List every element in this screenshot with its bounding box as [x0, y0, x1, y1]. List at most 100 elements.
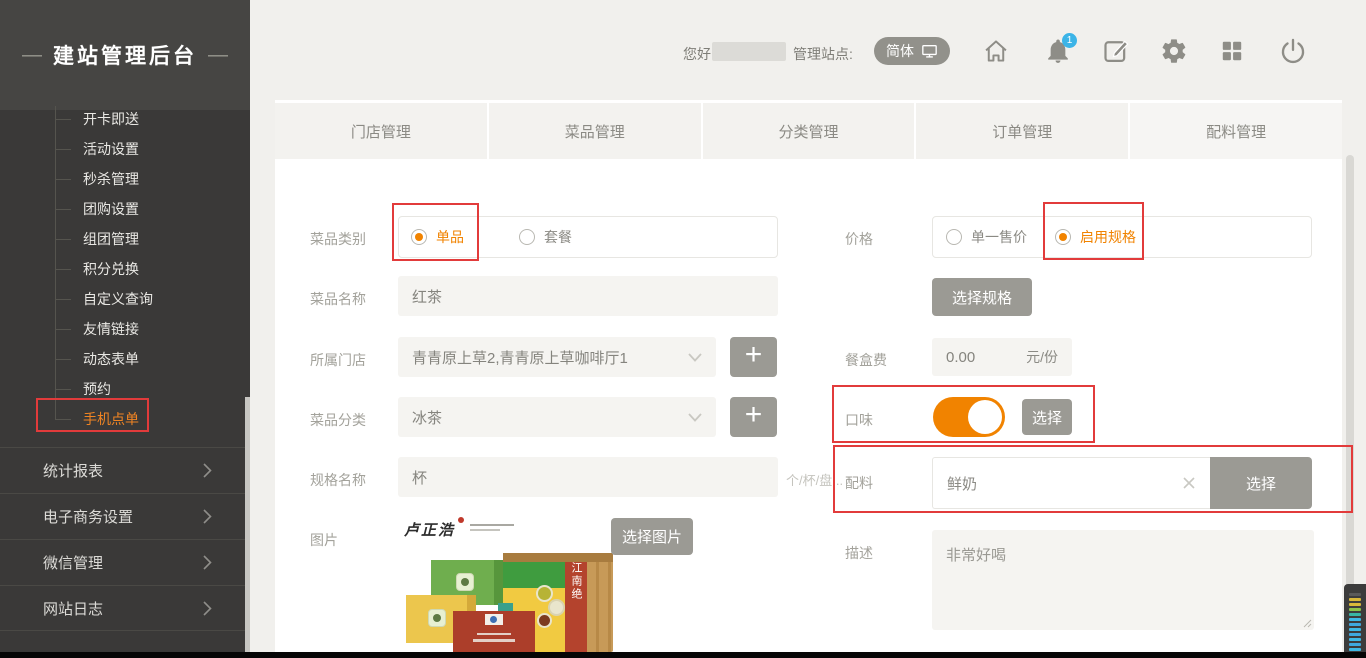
description-textarea[interactable]: 非常好喝 [932, 530, 1314, 630]
tab-ingredient-management[interactable]: 配料管理 [1128, 103, 1342, 159]
widget-bar [1349, 608, 1361, 611]
tree-tick [55, 269, 71, 270]
image-label: 图片 [310, 530, 338, 550]
flavor-toggle[interactable] [933, 397, 1005, 437]
chevron-down-icon [688, 413, 702, 422]
tree-tick [55, 419, 71, 420]
choose-image-button[interactable]: 选择图片 [611, 518, 693, 555]
tab-category-management[interactable]: 分类管理 [701, 103, 915, 159]
widget-bar [1349, 623, 1361, 626]
power-icon[interactable] [1279, 37, 1307, 65]
brand-subtext-line [470, 529, 500, 531]
dish-category-radio-group: 单品 套餐 [398, 216, 778, 258]
dish-name-label: 菜品名称 [310, 289, 366, 309]
tree-tick [55, 239, 71, 240]
sidebar-item-label: 团购设置 [83, 199, 139, 219]
resize-handle[interactable] [1302, 618, 1312, 628]
widget-bar [1349, 633, 1361, 636]
browser-extension-widget[interactable] [1344, 584, 1366, 658]
box-fee-value: 0.00 [946, 349, 1026, 366]
tree-tick [55, 359, 71, 360]
language-button[interactable]: 简体 [874, 37, 950, 65]
tree-tick [55, 329, 71, 330]
ingredient-label: 配料 [845, 473, 873, 493]
choose-spec-button[interactable]: 选择规格 [932, 278, 1032, 316]
clear-x-icon[interactable] [1182, 476, 1196, 490]
sidebar-scrollbar[interactable] [245, 397, 250, 652]
tea-cup-circle [537, 613, 552, 628]
flavor-select-button[interactable]: 选择 [1022, 399, 1072, 435]
sidebar-item-card-gift[interactable]: 开卡即送 [55, 109, 139, 129]
sidebar-group-wechat-management[interactable]: 微信管理 [0, 539, 250, 585]
tab-store-management[interactable]: 门店管理 [275, 103, 487, 159]
sidebar-group-statistics-report[interactable]: 统计报表 [0, 447, 250, 493]
chevron-right-icon [203, 509, 212, 524]
dish-class-add-button[interactable]: + [730, 397, 777, 437]
tab-bar: 门店管理 菜品管理 分类管理 订单管理 配料管理 [275, 103, 1342, 159]
sidebar-item-seckill-management[interactable]: 秒杀管理 [55, 169, 139, 189]
store-add-button[interactable]: + [730, 337, 777, 377]
widget-bar [1349, 598, 1361, 601]
radio-single-price[interactable]: 单一售价 [946, 217, 1027, 257]
spec-name-input[interactable] [398, 457, 778, 497]
monitor-icon [921, 44, 938, 59]
tab-dish-management[interactable]: 菜品管理 [487, 103, 701, 159]
ingredient-input[interactable]: 鲜奶 [932, 457, 1210, 509]
sidebar-item-reservation[interactable]: 预约 [55, 379, 111, 399]
ingredient-select-button[interactable]: 选择 [1210, 457, 1312, 509]
store-select-value: 青青原上草2,青青原上草咖啡厅1 [412, 347, 688, 368]
ingredient-value: 鲜奶 [947, 473, 1182, 494]
tab-order-management[interactable]: 订单管理 [914, 103, 1128, 159]
radio-single-item[interactable]: 单品 [411, 217, 464, 257]
sidebar-item-dynamic-forms[interactable]: 动态表单 [55, 349, 139, 369]
box-fee-field[interactable]: 0.00 元/份 [932, 338, 1072, 376]
sidebar-item-custom-query[interactable]: 自定义查询 [55, 289, 153, 309]
price-label: 价格 [845, 229, 873, 249]
sidebar-item-label: 组团管理 [83, 229, 139, 249]
logo-dash-right: — [208, 44, 228, 67]
sidebar-item-label: 活动设置 [83, 139, 139, 159]
radio-set-meal[interactable]: 套餐 [519, 217, 572, 257]
page-scrollbar[interactable] [1346, 155, 1354, 652]
widget-bar [1349, 613, 1361, 616]
sidebar-item-groupbuy-settings[interactable]: 团购设置 [55, 199, 139, 219]
tea-cup-circle [548, 599, 565, 616]
dish-class-select[interactable]: 冰茶 [398, 397, 716, 437]
tree-tick [55, 119, 71, 120]
box-text-line [477, 633, 511, 635]
description-label: 描述 [845, 543, 873, 563]
sidebar-group-ecommerce-settings[interactable]: 电子商务设置 [0, 493, 250, 539]
screen: — 建站管理后台 — 开卡即送 活动设置 秒杀管理 团购设置 组团管理 积分兑换 [0, 0, 1366, 658]
widget-bar [1349, 638, 1361, 641]
dish-name-input[interactable] [398, 276, 778, 316]
brand-seal-dot [458, 517, 464, 523]
sidebar-item-label: 动态表单 [83, 349, 139, 369]
apps-grid-icon[interactable] [1219, 38, 1247, 66]
box-badge [428, 609, 446, 627]
sidebar-item-points-exchange[interactable]: 积分兑换 [55, 259, 139, 279]
sidebar-item-mobile-ordering[interactable]: 手机点单 [55, 409, 139, 429]
home-icon[interactable] [982, 37, 1010, 65]
sidebar-item-friendly-links[interactable]: 友情链接 [55, 319, 139, 339]
store-label: 所属门店 [310, 350, 366, 370]
flavor-label: 口味 [845, 410, 873, 430]
box-fee-label: 餐盒费 [845, 350, 887, 370]
sidebar-item-activity-settings[interactable]: 活动设置 [55, 139, 139, 159]
site-label: 管理站点: [793, 44, 853, 64]
tree-tick [55, 389, 71, 390]
box-label [485, 614, 503, 625]
settings-gear-icon[interactable] [1160, 37, 1188, 65]
sidebar-item-label: 秒杀管理 [83, 169, 139, 189]
sidebar-group-site-log[interactable]: 网站日志 [0, 585, 250, 631]
radio-enable-spec[interactable]: 启用规格 [1055, 217, 1136, 257]
price-radio-group: 单一售价 启用规格 [932, 216, 1312, 258]
sidebar-item-group-team[interactable]: 组团管理 [55, 229, 139, 249]
edit-icon[interactable] [1102, 37, 1130, 65]
notifications-bell-icon[interactable]: 1 [1044, 37, 1072, 65]
sidebar-group-label: 电子商务设置 [43, 506, 133, 527]
spec-name-label: 规格名称 [310, 470, 366, 490]
sidebar-item-label: 开卡即送 [83, 109, 139, 129]
sidebar-group-label: 网站日志 [43, 598, 103, 619]
store-select[interactable]: 青青原上草2,青青原上草咖啡厅1 [398, 337, 716, 377]
tree-tick [55, 179, 71, 180]
